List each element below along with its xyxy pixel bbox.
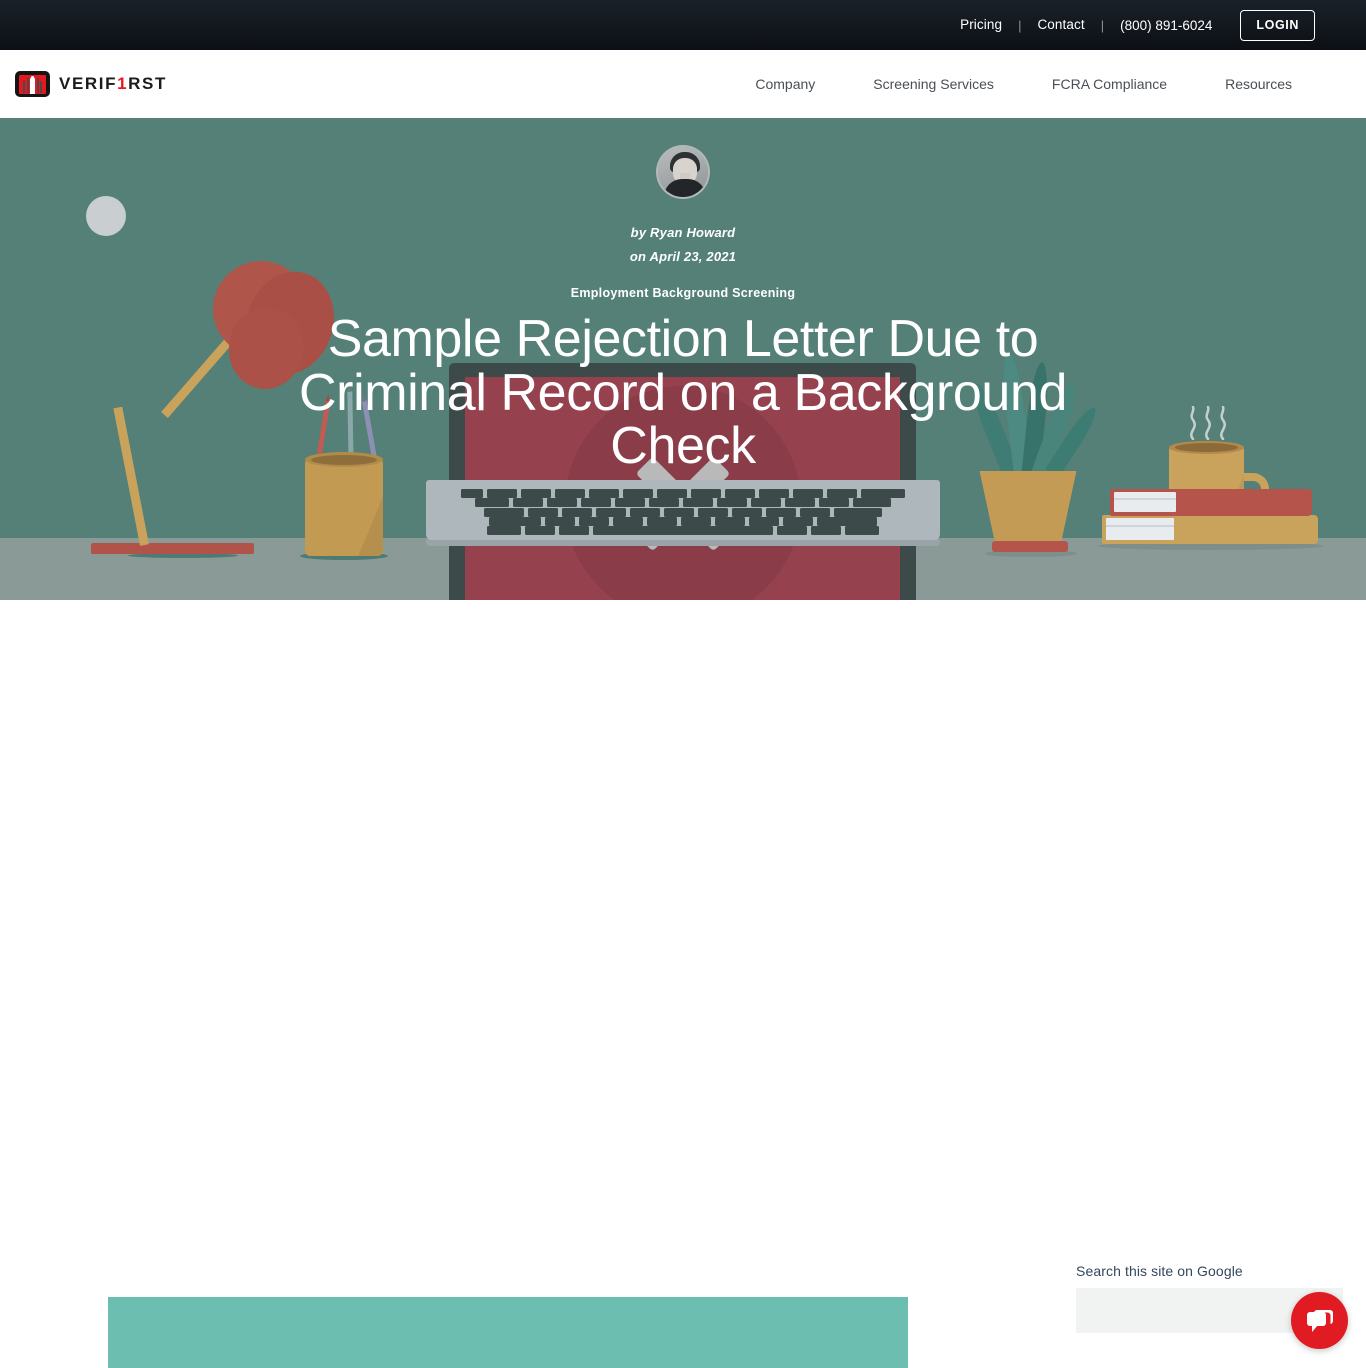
hero-banner: by Ryan Howard on April 23, 2021 Employm… [0,118,1366,600]
nav-item-resources[interactable]: Resources [1196,76,1321,92]
verifirst-badge-icon [15,71,50,97]
top-link-pricing[interactable]: Pricing [946,18,1016,32]
publish-dateline: on April 23, 2021 [629,249,737,264]
site-header: VERIF1RST Company Screening Services FCR… [0,50,1366,118]
lamp-lower-arm-illustration [113,406,149,546]
main-navigation: Company Screening Services FCRA Complian… [726,76,1366,92]
chat-widget-button[interactable] [1291,1292,1348,1349]
top-utility-links: Pricing | Contact | (800) 891-6024 LOGIN [946,9,1366,41]
logo-text-one: 1 [117,74,129,93]
page-title: Sample Rejection Letter Due to Criminal … [299,310,1067,476]
top-separator-1: | [1018,17,1022,33]
post-category-label[interactable]: Employment Background Screening [571,286,796,300]
chat-bubbles-icon [1306,1310,1333,1332]
top-utility-bar: Pricing | Contact | (800) 891-6024 LOGIN [0,0,1366,50]
coffee-steam-illustration [1185,405,1231,441]
logo-wordmark: VERIF1RST [59,74,167,94]
book-bottom-pages [1106,518,1174,540]
site-logo[interactable]: VERIF1RST [15,71,167,97]
laptop-keyboard-illustration [444,486,922,538]
nav-item-company[interactable]: Company [726,76,844,92]
logo-text-a: VERIF [59,74,118,93]
pencil-cup-illustration [305,460,383,556]
article-featured-block [108,1297,908,1368]
book-top-pages [1114,492,1176,512]
top-link-contact[interactable]: Contact [1023,18,1098,32]
lamp-bulb-illustration [86,196,126,236]
search-label: Search this site on Google [1076,1263,1243,1279]
logo-text-b: RST [128,74,167,93]
nav-item-screening-services[interactable]: Screening Services [844,76,1023,92]
plant-saucer-illustration [992,541,1068,552]
content-area: Search this site on Google [0,600,1366,1368]
laptop-foot [426,540,940,546]
author-avatar [656,145,710,199]
lamp-base-illustration [91,543,254,554]
nav-item-fcra-compliance[interactable]: FCRA Compliance [1023,76,1196,92]
login-button[interactable]: LOGIN [1240,9,1315,41]
plant-pot-illustration [979,471,1077,543]
author-byline: by Ryan Howard [630,225,736,240]
top-separator-2: | [1100,17,1105,33]
mug-opening-illustration [1175,443,1238,452]
top-phone-number[interactable]: (800) 891-6024 [1106,18,1226,33]
